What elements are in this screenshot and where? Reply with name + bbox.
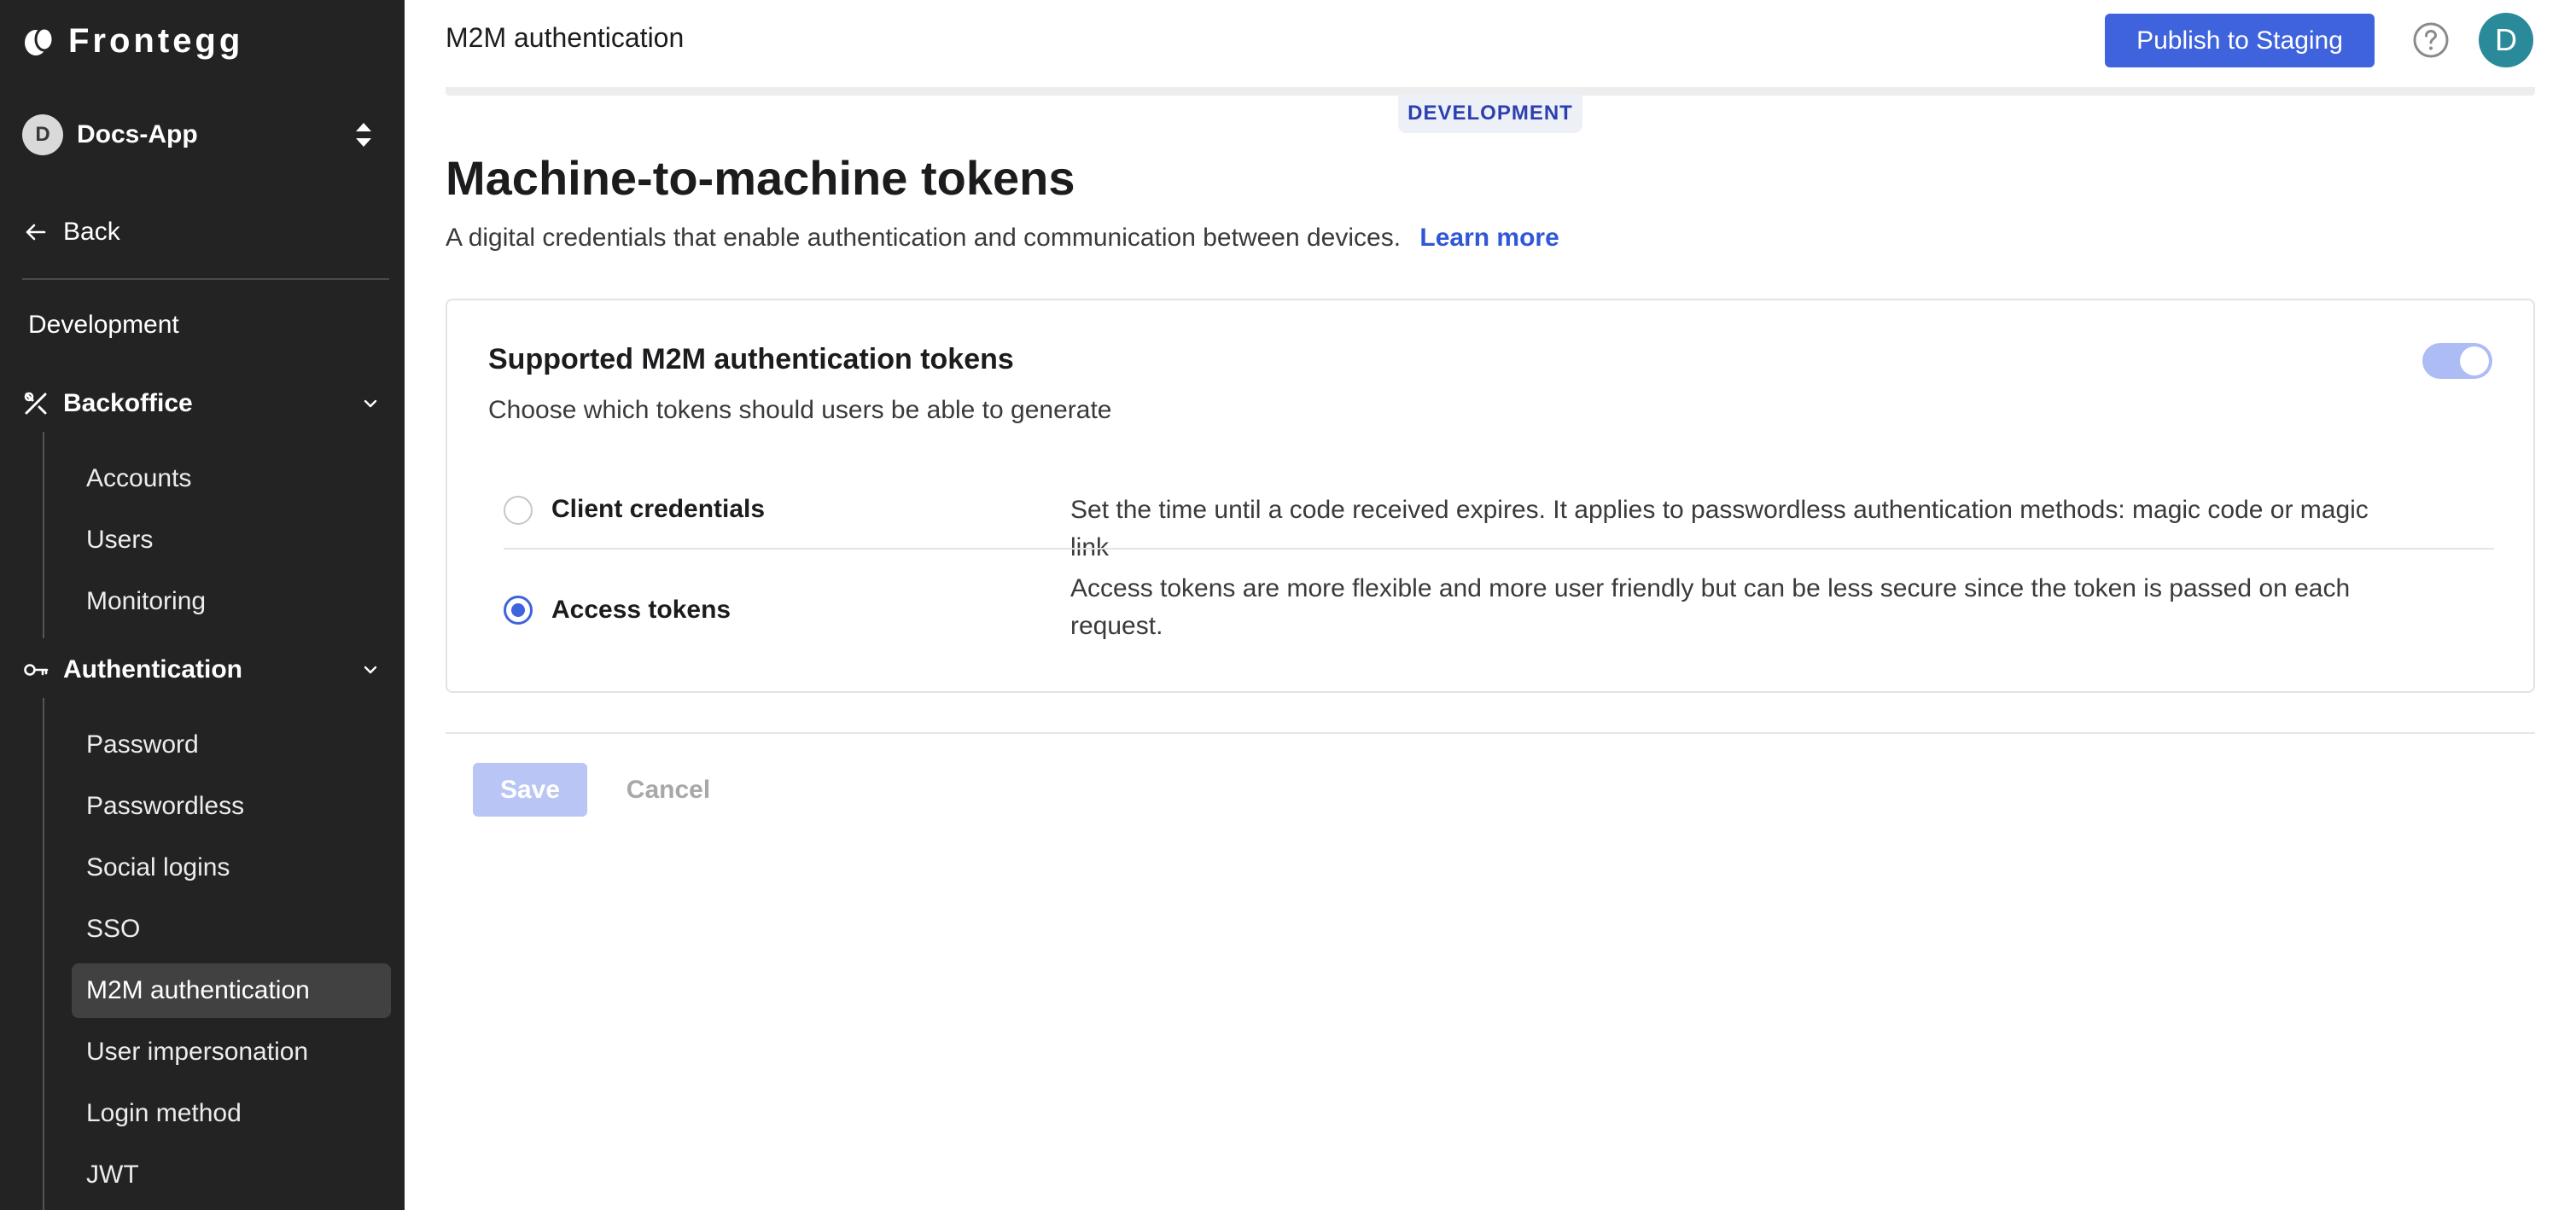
sidebar-group-backoffice[interactable]: Backoffice bbox=[22, 382, 381, 425]
tree-line bbox=[43, 698, 44, 1210]
option-label: Access tokens bbox=[551, 596, 731, 624]
sidebar-item-jwt[interactable]: JWT bbox=[72, 1148, 391, 1202]
tree-line bbox=[43, 432, 44, 638]
sidebar-group-label: Authentication bbox=[63, 655, 242, 684]
sidebar-item-m2m-authentication[interactable]: M2M authentication bbox=[72, 963, 391, 1018]
sidebar-item-password[interactable]: Password bbox=[72, 718, 391, 772]
sidebar-section-title: Development bbox=[28, 311, 179, 339]
frontegg-logo[interactable]: Frontegg bbox=[22, 17, 243, 65]
sidebar: Frontegg D Docs-App Back Development Bac… bbox=[0, 0, 405, 1210]
app-avatar: D bbox=[22, 114, 63, 155]
user-avatar[interactable]: D bbox=[2479, 13, 2533, 67]
token-option-client-credentials[interactable]: Client credentials Set the time until a … bbox=[504, 476, 2492, 561]
sidebar-item-user-impersonation[interactable]: User impersonation bbox=[72, 1025, 391, 1079]
option-divider bbox=[504, 548, 2494, 550]
sidebar-group-authentication[interactable]: Authentication bbox=[22, 649, 381, 691]
cancel-button[interactable]: Cancel bbox=[611, 763, 726, 817]
app-name: Docs-App bbox=[77, 120, 198, 148]
footer-divider bbox=[446, 732, 2535, 734]
brand-name: Frontegg bbox=[68, 21, 244, 60]
m2m-tokens-toggle[interactable] bbox=[2422, 343, 2492, 379]
header-title: M2M authentication bbox=[446, 22, 685, 53]
key-icon bbox=[24, 664, 49, 676]
save-button[interactable]: Save bbox=[473, 763, 587, 817]
back-button[interactable]: Back bbox=[22, 213, 120, 251]
chevron-down-icon bbox=[364, 666, 377, 674]
sidebar-item-sso[interactable]: SSO bbox=[72, 902, 391, 957]
help-icon[interactable] bbox=[2412, 21, 2450, 59]
token-option-access-tokens[interactable]: Access tokens Access tokens are more fle… bbox=[504, 553, 2492, 681]
chevron-down-icon bbox=[364, 399, 377, 408]
radio-client-credentials[interactable] bbox=[504, 496, 533, 525]
learn-more-link[interactable]: Learn more bbox=[1419, 224, 1559, 252]
app-switcher[interactable]: D Docs-App bbox=[22, 111, 381, 159]
option-label: Client credentials bbox=[551, 495, 766, 523]
arrow-left-icon bbox=[26, 224, 46, 241]
sidebar-item-passwordless[interactable]: Passwordless bbox=[72, 779, 391, 834]
sidebar-item-social-logins[interactable]: Social logins bbox=[72, 841, 391, 895]
sidebar-item-accounts[interactable]: Accounts bbox=[72, 451, 391, 506]
sidebar-item-monitoring[interactable]: Monitoring bbox=[72, 574, 391, 629]
m2m-tokens-card: Supported M2M authentication tokens Choo… bbox=[446, 299, 2535, 693]
back-label: Back bbox=[63, 218, 120, 246]
publish-to-staging-button[interactable]: Publish to Staging bbox=[2105, 14, 2375, 67]
environment-badge: DEVELOPMENT bbox=[1398, 94, 1582, 133]
toggle-knob bbox=[2460, 346, 2489, 375]
sidebar-group-label: Backoffice bbox=[63, 389, 193, 417]
sidebar-item-users[interactable]: Users bbox=[72, 513, 391, 567]
card-title: Supported M2M authentication tokens bbox=[488, 343, 1014, 375]
sidebar-divider bbox=[22, 278, 389, 280]
page-description-text: A digital credentials that enable authen… bbox=[446, 224, 1402, 252]
frontegg-logo-icon bbox=[25, 26, 55, 55]
page-title: Machine-to-machine tokens bbox=[446, 151, 1075, 205]
sidebar-item-login-method[interactable]: Login method bbox=[72, 1086, 391, 1141]
option-description: Access tokens are more flexible and more… bbox=[1070, 574, 2351, 640]
sort-arrows-icon bbox=[356, 123, 371, 147]
radio-access-tokens[interactable] bbox=[504, 596, 533, 625]
card-subtitle: Choose which tokens should users be able… bbox=[488, 396, 1112, 424]
tools-icon bbox=[24, 392, 47, 415]
page-description: A digital credentials that enable authen… bbox=[446, 224, 1559, 253]
